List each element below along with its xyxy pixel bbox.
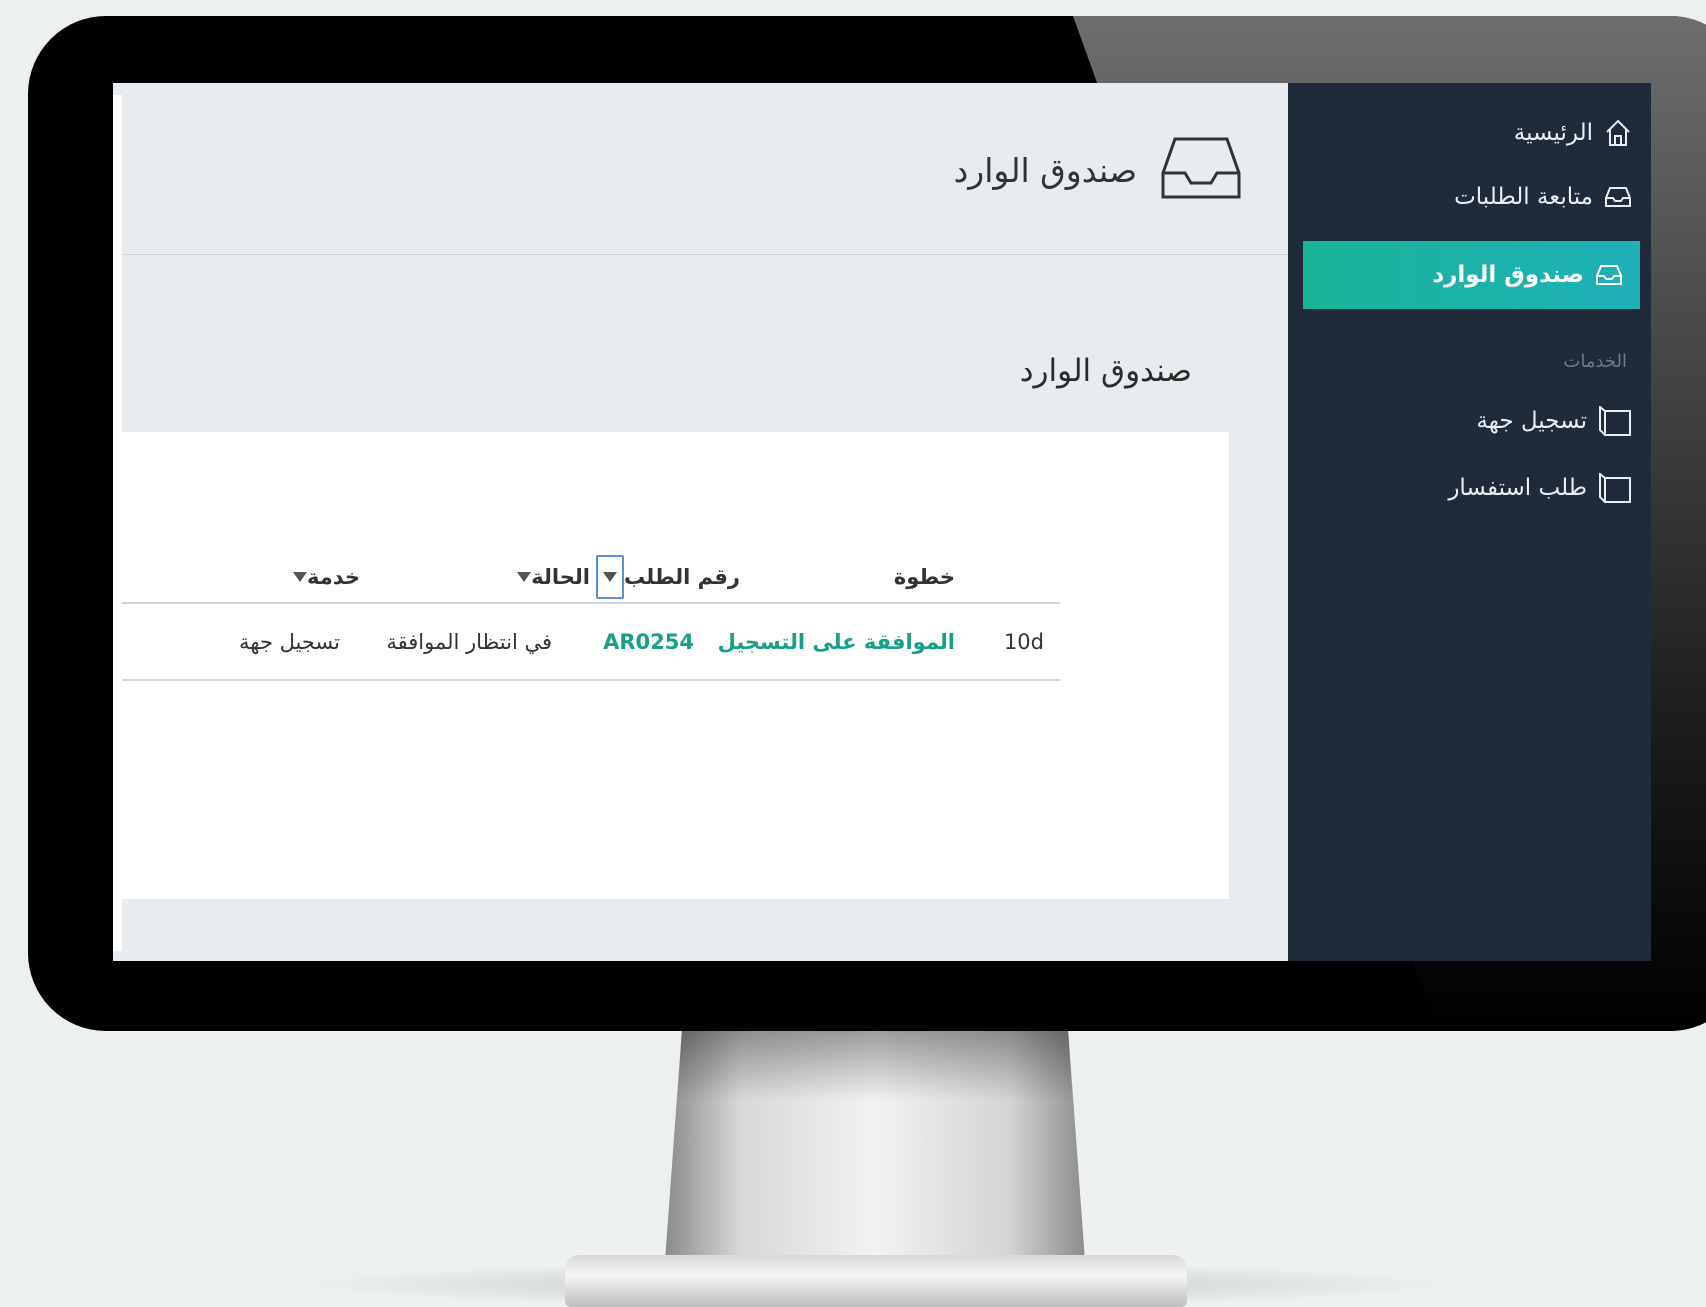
column-header-label: الحالة xyxy=(531,565,590,589)
sidebar-item-inbox-content: صندوق الوارد xyxy=(1432,255,1622,295)
sidebar: الرئيسية متابعة الطلبات صندوق الوارد الخ… xyxy=(1288,83,1651,961)
column-header-step[interactable]: خطوة xyxy=(894,552,955,602)
sidebar-item-home[interactable]: الرئيسية xyxy=(1514,113,1631,153)
sidebar-item-label: صندوق الوارد xyxy=(1432,262,1584,288)
filter-icon[interactable] xyxy=(292,572,307,582)
column-header-label: خطوة xyxy=(893,565,955,589)
main-content: صندوق الوارد صندوق الوارد خطوة رقم الطلب… xyxy=(113,83,1288,961)
screen: صندوق الوارد صندوق الوارد خطوة رقم الطلب… xyxy=(113,83,1651,961)
column-header-request-no[interactable]: رقم الطلب xyxy=(588,552,740,602)
page-title: صندوق الوارد xyxy=(953,151,1137,190)
column-header-status[interactable]: الحالة xyxy=(507,552,590,602)
sidebar-item-label: تسجيل جهة xyxy=(1476,408,1587,434)
table-row[interactable]: 10d الموافقة على التسجيل AR0254 في انتظا… xyxy=(113,604,1060,681)
sidebar-item-label: متابعة الطلبات xyxy=(1454,184,1593,210)
home-icon xyxy=(1605,119,1631,147)
table-header-row: خطوة رقم الطلب الحالة خدمة xyxy=(113,552,1060,604)
column-header-label: رقم الطلب xyxy=(624,565,740,589)
column-header-service[interactable]: خدمة xyxy=(283,552,360,602)
monitor-stand-shade xyxy=(677,1031,1073,1101)
monitor-stand-base xyxy=(565,1255,1187,1307)
sidebar-item-request-tracking[interactable]: متابعة الطلبات xyxy=(1454,177,1631,217)
section-title: صندوق الوارد xyxy=(1019,353,1192,389)
inbox-icon xyxy=(1596,265,1622,285)
inbox-table: خطوة رقم الطلب الحالة خدمة 10d الموافقة … xyxy=(113,552,1060,681)
row-status: في انتظار الموافقة xyxy=(386,629,552,654)
row-age: 10d xyxy=(1003,629,1044,654)
filter-icon[interactable] xyxy=(596,555,625,599)
sidebar-item-label: الرئيسية xyxy=(1513,120,1593,146)
copy-icon xyxy=(1599,406,1631,436)
sidebar-item-register-entity[interactable]: تسجيل جهة xyxy=(1476,401,1631,441)
column-header-label: خدمة xyxy=(306,565,360,589)
row-service: تسجيل جهة xyxy=(239,629,340,654)
filter-icon[interactable] xyxy=(517,572,532,582)
screen-edge xyxy=(113,95,122,951)
page-header: صندوق الوارد xyxy=(113,83,1288,255)
inbox-icon xyxy=(1605,187,1631,207)
inbox-card: خطوة رقم الطلب الحالة خدمة 10d الموافقة … xyxy=(113,432,1229,899)
sidebar-item-inquiry-request[interactable]: طلب استفسار xyxy=(1448,468,1631,508)
sidebar-item-inbox[interactable]: صندوق الوارد xyxy=(1303,241,1640,309)
row-request-no-link[interactable]: AR0254 xyxy=(603,604,694,679)
inbox-icon xyxy=(1161,135,1241,199)
row-step-link[interactable]: الموافقة على التسجيل xyxy=(718,604,955,679)
services-group-label: الخدمات xyxy=(1563,351,1627,372)
copy-icon xyxy=(1599,473,1631,503)
sidebar-item-label: طلب استفسار xyxy=(1448,475,1587,501)
